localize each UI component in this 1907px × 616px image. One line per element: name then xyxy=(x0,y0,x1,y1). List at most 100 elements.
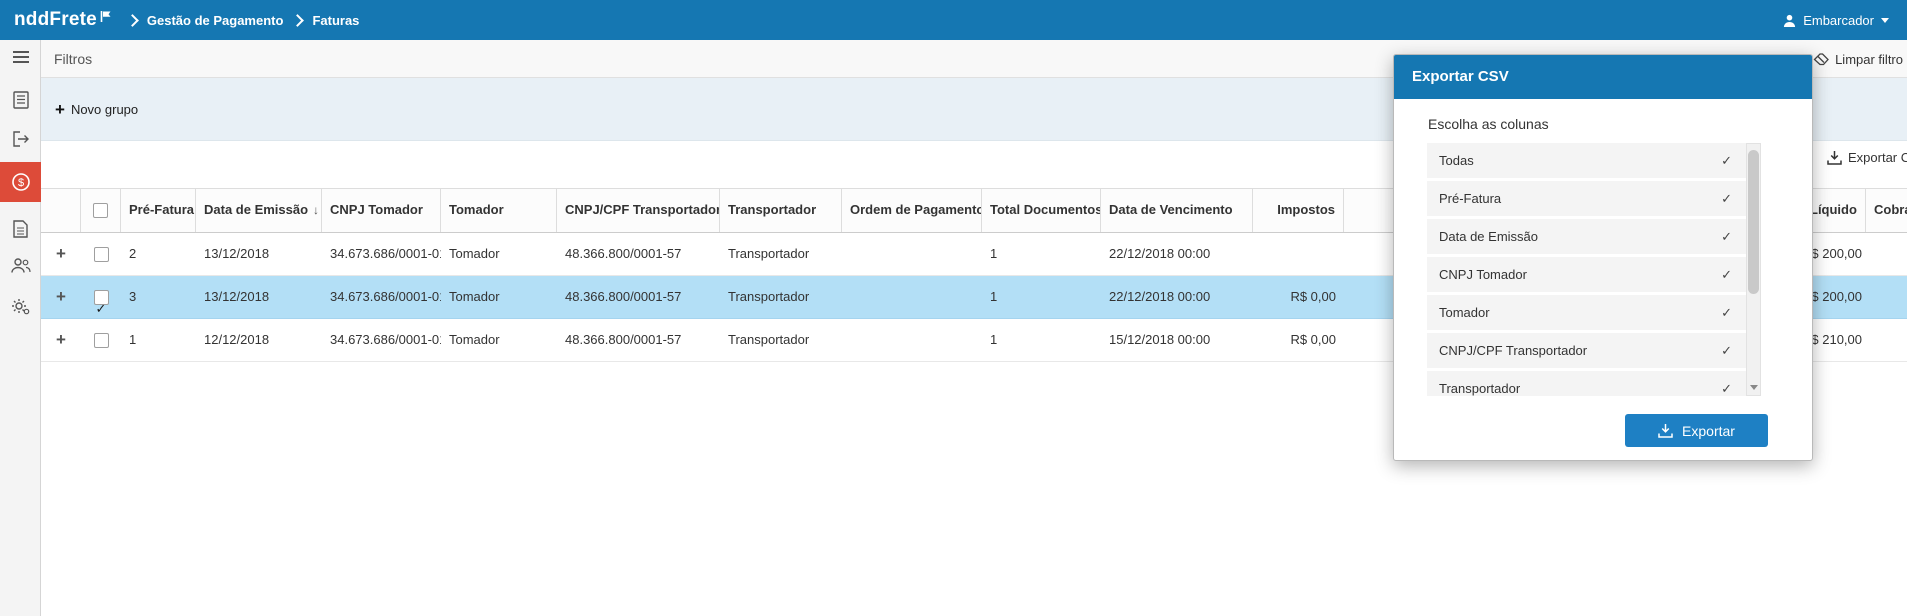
table-cell: 1 xyxy=(990,246,998,261)
table-cell: 34.673.686/0001-01 xyxy=(330,289,441,304)
column-header-pre-fatura[interactable]: Pré-Fatura xyxy=(121,189,196,232)
breadcrumb-faturas[interactable]: Faturas xyxy=(312,13,359,28)
row-checkbox[interactable] xyxy=(93,246,109,262)
table-cell: Tomador xyxy=(449,332,500,347)
export-out-icon[interactable] xyxy=(0,122,41,156)
check-icon xyxy=(1721,257,1732,292)
user-menu[interactable]: Embarcador xyxy=(1783,0,1889,40)
row-checkbox[interactable] xyxy=(93,288,109,318)
download-icon xyxy=(1827,150,1842,165)
column-options-list: Todas Pré-Fatura Data de Emissão CNPJ To… xyxy=(1427,143,1761,396)
logo-text: nddFrete xyxy=(14,9,97,30)
column-header-data-emissao[interactable]: Data de Emissão ↓ xyxy=(196,189,322,232)
column-header-cnpj-transportador[interactable]: CNPJ/CPF Transportador xyxy=(557,189,720,232)
user-menu-label: Embarcador xyxy=(1803,12,1874,28)
table-cell: 34.673.686/0001-01 xyxy=(330,332,441,347)
table-cell xyxy=(1866,276,1907,318)
person-icon xyxy=(1784,14,1796,27)
expand-row-button[interactable]: + xyxy=(41,319,81,361)
table-cell: 1 xyxy=(990,289,998,304)
check-icon xyxy=(1721,333,1732,368)
checkbox-cell xyxy=(81,319,121,361)
expand-row-button[interactable]: + xyxy=(41,276,81,318)
modal-scrollbar[interactable] xyxy=(1746,143,1761,396)
table-cell: 48.366.800/0001-57 xyxy=(565,246,682,261)
sort-desc-icon: ↓ xyxy=(313,203,320,217)
menu-icon[interactable] xyxy=(0,40,41,74)
column-header-cobranca[interactable]: Cobrança xyxy=(1866,189,1907,232)
column-option-pre-fatura[interactable]: Pré-Fatura xyxy=(1427,181,1746,216)
users-icon[interactable] xyxy=(0,248,41,282)
new-group-label: Novo grupo xyxy=(70,101,139,117)
check-icon xyxy=(1721,371,1732,396)
table-cell: 13/12/2018 xyxy=(204,289,270,304)
table-cell: 34.673.686/0001-01 xyxy=(330,246,441,261)
column-option-transportador[interactable]: Transportador xyxy=(1427,371,1746,396)
table-cell: 1 xyxy=(990,332,998,347)
column-option-data-emissao[interactable]: Data de Emissão xyxy=(1427,219,1746,254)
checkbox-cell xyxy=(81,233,121,275)
table-cell xyxy=(1253,233,1344,275)
column-option-todas[interactable]: Todas xyxy=(1427,143,1746,178)
expand-row-button[interactable]: + xyxy=(41,233,81,275)
payments-icon[interactable]: $ xyxy=(0,162,41,202)
eraser-icon xyxy=(1813,52,1829,65)
table-cell: R$ 0,00 xyxy=(1290,289,1336,304)
table-cell xyxy=(842,233,982,275)
table-cell: 48.366.800/0001-57 xyxy=(565,289,682,304)
settings-gears-icon[interactable] xyxy=(0,290,41,324)
column-header-tomador[interactable]: Tomador xyxy=(441,189,557,232)
check-icon xyxy=(1721,181,1732,216)
sidebar: $ xyxy=(0,40,41,616)
table-cell: R$ 0,00 xyxy=(1290,332,1336,347)
clear-filter-label: Limpar filtro xyxy=(1835,51,1903,67)
modal-subtitle: Escolha as colunas xyxy=(1428,116,1549,132)
clear-filter-button[interactable]: Limpar filtro xyxy=(1813,40,1903,78)
plus-icon: + xyxy=(55,99,65,119)
check-icon xyxy=(1721,219,1732,254)
table-cell: 22/12/2018 00:00 xyxy=(1109,246,1211,261)
breadcrumb-gestao-pagamento[interactable]: Gestão de Pagamento xyxy=(147,13,284,28)
row-checkbox[interactable] xyxy=(93,332,109,348)
table-cell: 12/12/2018 xyxy=(204,332,270,347)
table-cell xyxy=(842,276,982,318)
new-group-button[interactable]: + Novo grupo xyxy=(55,101,138,118)
invoice-list-icon[interactable] xyxy=(0,83,41,117)
scrollbar-thumb[interactable] xyxy=(1748,150,1759,294)
table-cell: Transportador xyxy=(728,332,810,347)
scroll-down-button[interactable] xyxy=(1747,380,1760,395)
column-header-cnpj-tomador[interactable]: CNPJ Tomador xyxy=(322,189,441,232)
table-cell: Transportador xyxy=(728,289,810,304)
select-all-checkbox[interactable] xyxy=(93,203,108,218)
app-logo[interactable]: nddFrete xyxy=(14,9,112,31)
table-cell: Transportador xyxy=(728,246,810,261)
table-cell: 13/12/2018 xyxy=(204,246,270,261)
expand-column-header xyxy=(41,189,81,232)
document-icon[interactable] xyxy=(0,212,41,246)
chevron-right-icon xyxy=(291,13,305,27)
column-option-tomador[interactable]: Tomador xyxy=(1427,295,1746,330)
table-cell: Tomador xyxy=(449,289,500,304)
export-button[interactable]: Exportar xyxy=(1625,414,1768,447)
column-option-cnpj-tomador[interactable]: CNPJ Tomador xyxy=(1427,257,1746,292)
export-csv-modal: Exportar CSV Escolha as colunas Todas Pr… xyxy=(1393,54,1813,461)
check-icon xyxy=(1721,143,1732,178)
checkbox-column-header xyxy=(81,189,121,232)
table-cell xyxy=(1866,233,1907,275)
column-header-ordem-pagamento[interactable]: Ordem de Pagamento xyxy=(842,189,982,232)
check-icon xyxy=(1721,295,1732,330)
flag-icon xyxy=(100,11,111,22)
export-csv-link[interactable]: Exportar CSV xyxy=(1827,150,1907,165)
export-button-label: Exportar xyxy=(1682,422,1735,439)
svg-text:$: $ xyxy=(17,177,23,189)
export-csv-label: Exportar CSV xyxy=(1848,150,1907,165)
table-cell: Tomador xyxy=(449,246,500,261)
checkbox-cell xyxy=(81,276,121,318)
column-header-data-vencimento[interactable]: Data de Vencimento xyxy=(1101,189,1253,232)
column-header-transportador[interactable]: Transportador xyxy=(720,189,842,232)
column-option-cnpj-transportador[interactable]: CNPJ/CPF Transportador xyxy=(1427,333,1746,368)
column-header-total-documentos[interactable]: Total Documentos xyxy=(982,189,1101,232)
column-header-impostos[interactable]: Impostos xyxy=(1253,189,1344,232)
modal-title: Exportar CSV xyxy=(1394,55,1812,99)
table-cell: 2 xyxy=(129,246,137,261)
